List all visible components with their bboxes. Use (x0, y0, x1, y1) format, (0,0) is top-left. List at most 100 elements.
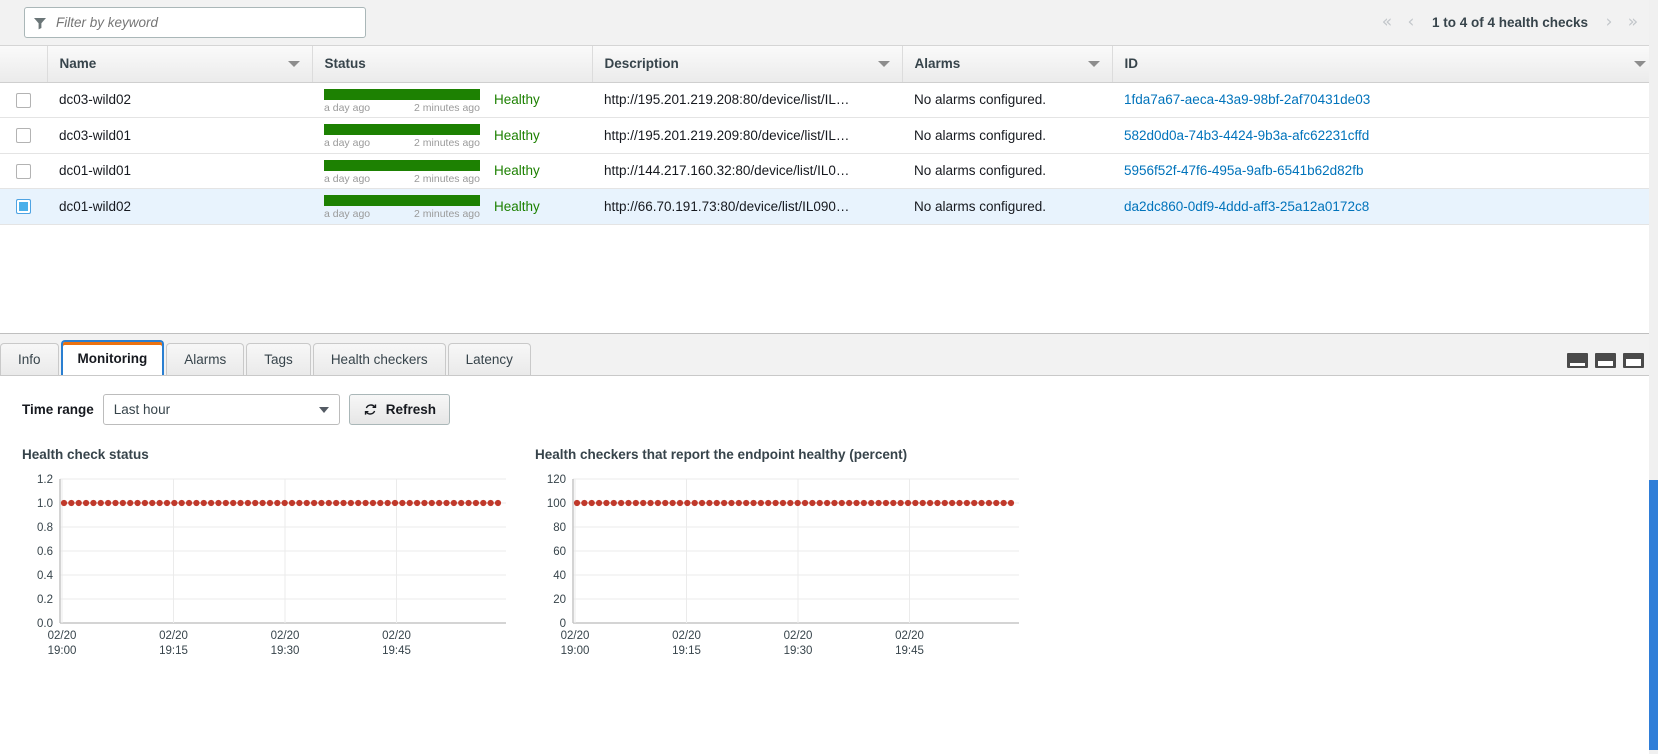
chevron-down-icon[interactable] (288, 61, 300, 67)
cell-description: http://66.70.191.73:80/device/list/IL090… (592, 189, 902, 225)
refresh-button[interactable]: Refresh (349, 394, 450, 425)
health-check-name: dc03-wild01 (59, 128, 300, 143)
row-checkbox[interactable] (16, 164, 31, 179)
search-input[interactable] (54, 8, 357, 37)
status-start-time: a day ago (324, 137, 370, 149)
panel-bottom-medium-icon[interactable] (1595, 353, 1616, 368)
chevron-down-icon[interactable] (1088, 61, 1100, 67)
status-start-time: a day ago (324, 102, 370, 114)
health-check-id-link[interactable]: 582d0d0a-74b3-4424-9b3a-afc62231cffd (1124, 128, 1646, 143)
column-header-label: Status (325, 56, 366, 71)
column-header-name[interactable]: Name (47, 46, 312, 82)
panel-bottom-small-icon[interactable] (1567, 353, 1588, 368)
row-checkbox-cell[interactable] (0, 189, 47, 225)
cell-id: 5956f52f-47f6-495a-9afb-6541b62d82fb (1112, 153, 1658, 189)
column-header-id[interactable]: ID (1112, 46, 1658, 82)
svg-text:19:30: 19:30 (784, 645, 813, 657)
time-range-select[interactable]: Last hour (103, 394, 340, 425)
prev-page-icon[interactable]: ‹ (1400, 10, 1422, 36)
health-check-name: dc01-wild01 (59, 163, 300, 178)
tab-alarms[interactable]: Alarms (166, 343, 244, 375)
health-checks-table: Name Status Description Alarms ID (0, 46, 1658, 225)
svg-text:0.0: 0.0 (37, 618, 53, 630)
filter-box[interactable] (24, 7, 366, 38)
cell-alarms: No alarms configured. (902, 189, 1112, 225)
row-checkbox[interactable] (16, 199, 31, 214)
svg-text:0: 0 (560, 618, 566, 630)
table-row[interactable]: dc03-wild01 a day ago 2 minutes ago Heal… (0, 118, 1658, 154)
vertical-scrollbar-track[interactable] (1649, 0, 1658, 754)
health-check-id-link[interactable]: da2dc860-0df9-4ddd-aff3-25a12a0172c8 (1124, 199, 1646, 214)
panel-layout-controls (1567, 353, 1658, 375)
select-all-header[interactable] (0, 46, 47, 82)
column-header-label: Alarms (915, 56, 961, 71)
status-bar (324, 124, 480, 135)
vertical-scrollbar-thumb[interactable] (1649, 480, 1658, 750)
status-bar-group: a day ago 2 minutes ago (324, 86, 480, 114)
cell-alarms: No alarms configured. (902, 118, 1112, 154)
last-page-icon[interactable]: » (1622, 10, 1644, 36)
alarms-text: No alarms configured. (914, 163, 1100, 178)
first-page-icon[interactable]: « (1376, 10, 1398, 36)
svg-text:60: 60 (553, 546, 566, 558)
health-check-name: dc03-wild02 (59, 92, 300, 107)
next-page-icon[interactable]: › (1598, 10, 1620, 36)
tab-label: Health checkers (331, 352, 428, 367)
column-header-status[interactable]: Status (312, 46, 592, 82)
tab-label: Latency (466, 352, 513, 367)
charts-container: Health check status 0.00.20.40.60.81.01.… (22, 447, 1658, 671)
health-check-id-link[interactable]: 5956f52f-47f6-495a-9afb-6541b62d82fb (1124, 163, 1646, 178)
row-checkbox-cell[interactable] (0, 118, 47, 154)
alarms-text: No alarms configured. (914, 128, 1100, 143)
description-text: http://195.201.219.208:80/device/list/IL… (604, 92, 890, 107)
tab-health-checkers[interactable]: Health checkers (313, 343, 446, 375)
tab-tags[interactable]: Tags (246, 343, 311, 375)
status-bar (324, 89, 480, 100)
chart-title: Health checkers that report the endpoint… (535, 447, 1025, 462)
cell-status: a day ago 2 minutes ago Healthy (312, 82, 592, 118)
row-checkbox-cell[interactable] (0, 82, 47, 118)
time-range-value: Last hour (114, 402, 170, 417)
row-checkbox[interactable] (16, 128, 31, 143)
chart-title: Health check status (22, 447, 512, 462)
monitoring-panel-body: Time range Last hour Refresh (0, 376, 1658, 671)
status-badge: Healthy (494, 128, 540, 143)
tab-info[interactable]: Info (0, 343, 59, 375)
tab-monitoring[interactable]: Monitoring (61, 340, 165, 375)
column-header-label: Description (605, 56, 679, 71)
svg-text:19:45: 19:45 (895, 645, 924, 657)
cell-status: a day ago 2 minutes ago Healthy (312, 153, 592, 189)
svg-text:0.2: 0.2 (37, 594, 53, 606)
panel-bottom-large-icon[interactable] (1623, 353, 1644, 368)
column-header-alarms[interactable]: Alarms (902, 46, 1112, 82)
row-checkbox[interactable] (16, 93, 31, 108)
table-row[interactable]: dc01-wild02 a day ago 2 minutes ago Heal… (0, 189, 1658, 225)
row-checkbox-cell[interactable] (0, 153, 47, 189)
status-end-time: 2 minutes ago (414, 137, 480, 149)
svg-text:100: 100 (547, 498, 566, 510)
status-bar-group: a day ago 2 minutes ago (324, 192, 480, 220)
cell-name: dc01-wild02 (47, 189, 312, 225)
cell-alarms: No alarms configured. (902, 153, 1112, 189)
tab-label: Monitoring (78, 351, 148, 366)
svg-text:02/20: 02/20 (382, 630, 411, 642)
svg-text:02/20: 02/20 (48, 630, 77, 642)
chart-health-check-status: Health check status 0.00.20.40.60.81.01.… (22, 447, 512, 671)
chevron-down-icon[interactable] (878, 61, 890, 67)
status-end-time: 2 minutes ago (414, 173, 480, 185)
description-text: http://144.217.160.32:80/device/list/IL0… (604, 163, 890, 178)
chevron-down-icon[interactable] (1634, 61, 1646, 67)
svg-text:02/20: 02/20 (784, 630, 813, 642)
column-header-description[interactable]: Description (592, 46, 902, 82)
svg-text:19:00: 19:00 (561, 645, 590, 657)
table-row[interactable]: dc01-wild01 a day ago 2 minutes ago Heal… (0, 153, 1658, 189)
chevron-down-icon[interactable] (319, 407, 329, 413)
status-bar-group: a day ago 2 minutes ago (324, 121, 480, 149)
table-row[interactable]: dc03-wild02 a day ago 2 minutes ago Heal… (0, 82, 1658, 118)
health-check-id-link[interactable]: 1fda7a67-aeca-43a9-98bf-2af70431de03 (1124, 92, 1646, 107)
column-header-label: ID (1125, 56, 1139, 71)
cell-id: 582d0d0a-74b3-4424-9b3a-afc62231cffd (1112, 118, 1658, 154)
tab-latency[interactable]: Latency (448, 343, 531, 375)
tab-label: Alarms (184, 352, 226, 367)
cell-description: http://195.201.219.209:80/device/list/IL… (592, 118, 902, 154)
